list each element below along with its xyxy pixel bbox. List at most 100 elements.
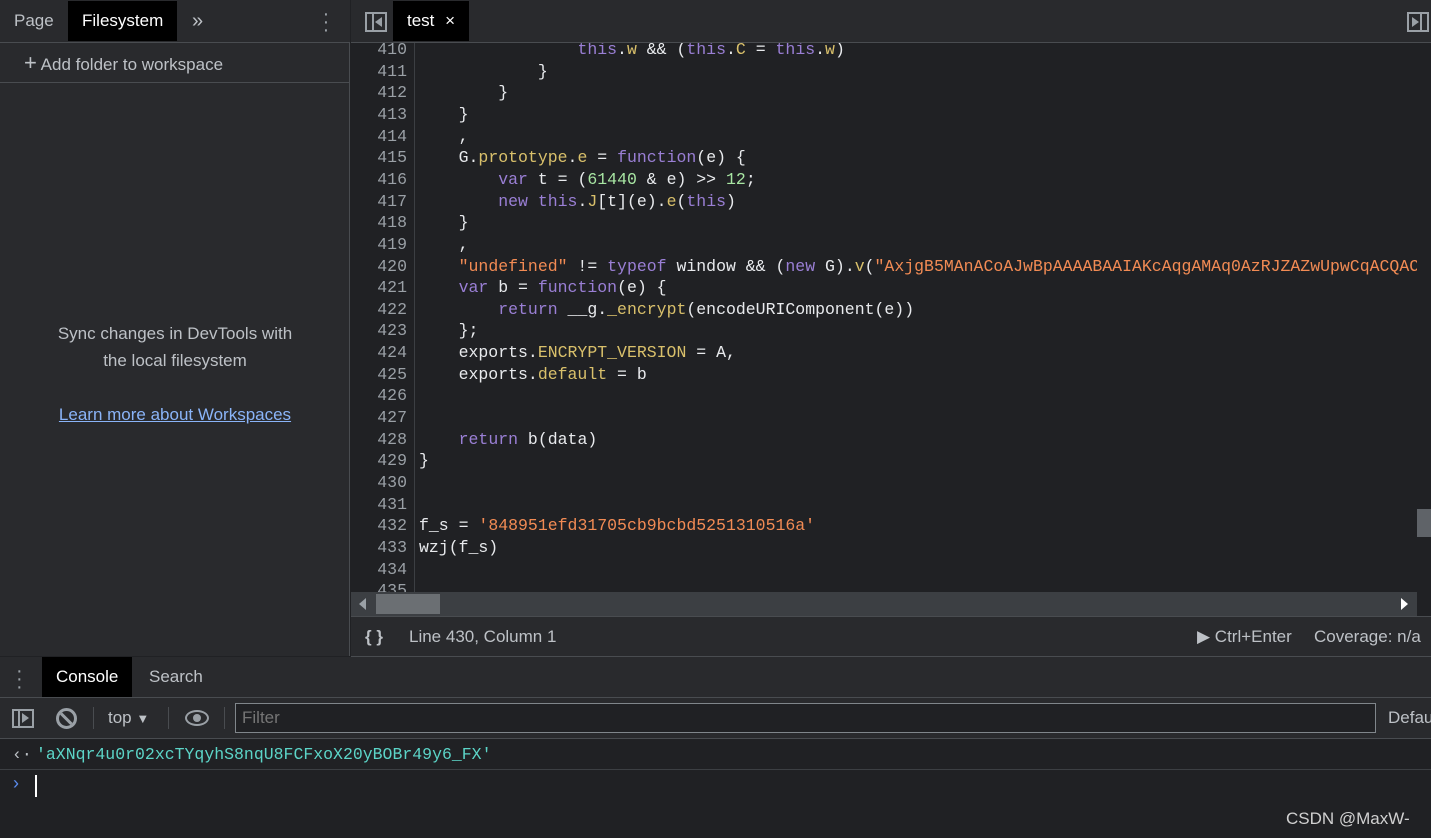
tab-console[interactable]: Console bbox=[42, 657, 133, 697]
line-number[interactable]: 423 bbox=[351, 321, 407, 340]
pretty-print-icon[interactable]: { } bbox=[365, 617, 383, 657]
code-line[interactable]: exports.ENCRYPT_VERSION = A, bbox=[419, 343, 736, 362]
context-select[interactable]: top ▼ bbox=[108, 698, 149, 739]
add-folder-button[interactable]: + Add folder to workspace bbox=[0, 43, 350, 83]
code-line[interactable]: } bbox=[419, 105, 469, 124]
line-number[interactable]: 424 bbox=[351, 343, 407, 362]
line-number[interactable]: 430 bbox=[351, 473, 407, 492]
code-token: . bbox=[577, 191, 588, 211]
tab-test[interactable]: test × bbox=[393, 1, 470, 41]
line-number[interactable]: 413 bbox=[351, 105, 407, 124]
line-number[interactable]: 412 bbox=[351, 83, 407, 102]
code-line[interactable]: } bbox=[419, 451, 429, 470]
sync-text-1: Sync changes in DevTools with bbox=[57, 324, 293, 343]
line-number[interactable]: 410 bbox=[351, 43, 407, 59]
line-number[interactable]: 425 bbox=[351, 365, 407, 384]
code-line[interactable]: return __g._encrypt(encodeURIComponent(e… bbox=[419, 300, 914, 319]
code-line[interactable]: G.prototype.e = function(e) { bbox=[419, 148, 746, 167]
code-line[interactable]: }; bbox=[419, 321, 479, 340]
line-number[interactable]: 416 bbox=[351, 170, 407, 189]
code-token: . bbox=[567, 148, 578, 168]
close-tab-icon[interactable]: × bbox=[445, 11, 455, 30]
tab-filesystem[interactable]: Filesystem bbox=[68, 1, 178, 41]
toggle-navigator-icon[interactable] bbox=[365, 12, 387, 32]
line-number[interactable]: 415 bbox=[351, 148, 407, 167]
code-line[interactable]: , bbox=[419, 235, 469, 254]
code-line[interactable]: var b = function(e) { bbox=[419, 278, 667, 297]
line-number[interactable]: 435 bbox=[351, 581, 407, 592]
code-line[interactable]: exports.default = b bbox=[419, 365, 647, 384]
coverage-status: Coverage: n/a bbox=[1314, 627, 1421, 646]
code-token: return bbox=[458, 429, 519, 449]
run-snippet-button[interactable]: ▶ Ctrl+Enter bbox=[1197, 617, 1292, 657]
code-token: t = ( bbox=[527, 169, 588, 189]
show-sidebar-icon[interactable] bbox=[12, 709, 34, 728]
eye-icon[interactable] bbox=[185, 710, 209, 726]
line-number[interactable]: 433 bbox=[351, 538, 407, 557]
tab-search[interactable]: Search bbox=[135, 657, 217, 697]
horizontal-scroll-thumb[interactable] bbox=[376, 594, 440, 614]
horizontal-scrollbar[interactable] bbox=[351, 592, 1417, 616]
line-number[interactable]: 431 bbox=[351, 495, 407, 514]
code-token: exports. bbox=[419, 343, 538, 363]
line-number[interactable]: 420 bbox=[351, 257, 407, 276]
line-number[interactable]: 428 bbox=[351, 430, 407, 449]
line-number[interactable]: 429 bbox=[351, 451, 407, 470]
code-token: C bbox=[735, 43, 746, 59]
filter-input[interactable] bbox=[235, 703, 1376, 733]
code-token: } bbox=[419, 104, 469, 124]
toggle-debugger-icon[interactable] bbox=[1407, 12, 1429, 32]
log-levels-select[interactable]: Defau bbox=[1388, 698, 1431, 738]
code-line[interactable]: var t = (61440 & e) >> 12; bbox=[419, 170, 756, 189]
line-number[interactable]: 421 bbox=[351, 278, 407, 297]
line-number[interactable]: 432 bbox=[351, 516, 407, 535]
code-line[interactable]: return b(data) bbox=[419, 429, 598, 449]
line-number[interactable]: 414 bbox=[351, 127, 407, 146]
line-number[interactable]: 411 bbox=[351, 62, 407, 81]
code-token: exports. bbox=[419, 364, 538, 384]
learn-more-link[interactable]: Learn more about Workspaces bbox=[0, 401, 350, 428]
vertical-scroll-thumb[interactable] bbox=[1417, 509, 1431, 537]
code-token: "AxjgB5MAnACoAJwBpAAAABAAIAKcAqgAMAq0AzR… bbox=[874, 256, 1417, 276]
code-line[interactable]: new this.J[t](e).e(this) bbox=[419, 192, 736, 211]
line-number[interactable]: 417 bbox=[351, 192, 407, 211]
line-number[interactable]: 419 bbox=[351, 235, 407, 254]
code-token: this bbox=[577, 43, 618, 59]
code-editor[interactable]: 410 this.w && (this.C = this.w) 411 } 412 … bbox=[351, 43, 1417, 592]
code-token: default bbox=[537, 364, 608, 384]
scroll-left-icon[interactable] bbox=[359, 598, 366, 610]
code-line[interactable]: } bbox=[419, 62, 548, 81]
code-line[interactable]: , bbox=[419, 127, 469, 146]
code-token: ( bbox=[864, 256, 875, 276]
code-token: J bbox=[587, 191, 598, 211]
code-line[interactable]: } bbox=[419, 213, 469, 232]
code-line[interactable]: this.w && (this.C = this.w) bbox=[419, 43, 844, 59]
more-tabs-icon[interactable]: » bbox=[178, 1, 217, 41]
code-token: (encodeURIComponent(e)) bbox=[686, 299, 915, 319]
code-line[interactable]: wzj(f_s) bbox=[419, 538, 498, 557]
scroll-right-icon[interactable] bbox=[1401, 598, 1408, 610]
tab-page[interactable]: Page bbox=[0, 1, 68, 41]
code-token: b(data) bbox=[518, 429, 598, 449]
code-token: ; bbox=[745, 169, 756, 189]
console-prompt[interactable]: › bbox=[0, 771, 1431, 801]
kebab-menu-icon[interactable]: · · · bbox=[318, 4, 334, 40]
play-icon: ▶ bbox=[1197, 627, 1215, 646]
code-token: ENCRYPT_VERSION bbox=[537, 343, 687, 363]
code-token: , bbox=[419, 126, 469, 146]
line-number[interactable]: 427 bbox=[351, 408, 407, 427]
line-number[interactable]: 434 bbox=[351, 560, 407, 579]
code-token: } bbox=[419, 451, 429, 471]
drawer-menu-icon[interactable]: · · · bbox=[16, 661, 23, 697]
code-token: new bbox=[785, 256, 816, 276]
code-line[interactable]: } bbox=[419, 83, 508, 102]
line-number[interactable]: 422 bbox=[351, 300, 407, 319]
line-number[interactable]: 426 bbox=[351, 386, 407, 405]
code-token: typeof bbox=[607, 256, 667, 276]
code-line[interactable]: f_s = '848951efd31705cb9bcbd5251310516a' bbox=[419, 516, 815, 535]
clear-console-icon[interactable] bbox=[56, 708, 77, 729]
line-number[interactable]: 418 bbox=[351, 213, 407, 232]
code-line[interactable]: "undefined" != typeof window && (new G).… bbox=[419, 257, 1417, 276]
vertical-scrollbar[interactable] bbox=[1417, 43, 1431, 592]
